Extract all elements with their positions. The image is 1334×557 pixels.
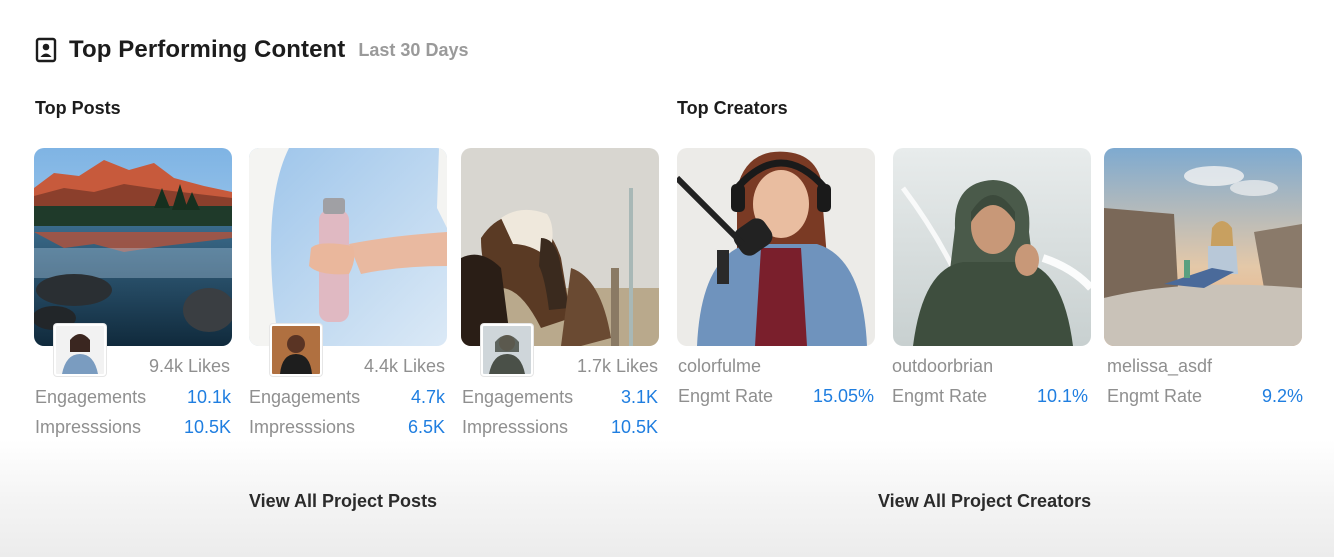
post-thumbnail[interactable] — [34, 148, 232, 346]
engagements-row: Engagements 10.1k — [35, 387, 231, 408]
view-all-posts-link[interactable]: View All Project Posts — [249, 491, 437, 512]
engagements-value: 4.7k — [410, 387, 445, 407]
likes-count: 4.4k Likes — [363, 356, 445, 376]
post-thumbnail[interactable] — [461, 148, 659, 346]
impressions-label: Impresssions — [249, 417, 356, 437]
creator-card[interactable] — [893, 148, 1091, 346]
top-posts-heading: Top Posts — [35, 98, 121, 118]
view-all-creators-link[interactable]: View All Project Creators — [878, 491, 1091, 512]
engagement-rate-value: 15.05% — [812, 386, 874, 406]
engagements-row: Engagements 3.1K — [462, 387, 658, 408]
creator-photo[interactable] — [1104, 148, 1302, 346]
contact-card-icon — [35, 37, 57, 63]
creator-username[interactable]: melissa_asdf — [1107, 356, 1212, 377]
engagement-rate-value: 10.1% — [1036, 386, 1088, 406]
impressions-row: Impresssions 10.5K — [35, 417, 231, 438]
likes-count: 9.4k Likes — [148, 356, 230, 376]
creator-card[interactable] — [677, 148, 875, 346]
impressions-value: 6.5K — [407, 417, 445, 437]
creator-username[interactable]: outdoorbrian — [892, 356, 993, 377]
engagement-rate-label: Engmt Rate — [678, 386, 774, 406]
engagement-rate-row: Engmt Rate 9.2% — [1107, 386, 1303, 407]
engagement-rate-label: Engmt Rate — [1107, 386, 1203, 406]
top-creators-heading: Top Creators — [677, 98, 788, 118]
post-card[interactable] — [461, 148, 659, 346]
impressions-label: Impresssions — [35, 417, 142, 437]
impressions-value: 10.5K — [610, 417, 658, 437]
post-thumbnail[interactable] — [249, 148, 447, 346]
engagement-rate-row: Engmt Rate 10.1% — [892, 386, 1088, 407]
post-card[interactable] — [249, 148, 447, 346]
engagement-rate-label: Engmt Rate — [892, 386, 988, 406]
engagements-row: Engagements 4.7k — [249, 387, 445, 408]
creator-username[interactable]: colorfulme — [678, 356, 761, 377]
page-title: Top Performing Content — [69, 36, 346, 63]
impressions-row: Impresssions 10.5K — [462, 417, 658, 438]
engagements-label: Engagements — [35, 387, 147, 407]
engagements-label: Engagements — [462, 387, 574, 407]
creator-card[interactable] — [1104, 148, 1302, 346]
likes-count: 1.7k Likes — [576, 356, 658, 376]
impressions-row: Impresssions 6.5K — [249, 417, 445, 438]
engagements-value: 10.1k — [186, 387, 231, 407]
engagements-value: 3.1K — [620, 387, 658, 407]
date-range-label: Last 30 Days — [358, 39, 469, 60]
impressions-label: Impresssions — [462, 417, 569, 437]
creator-photo[interactable] — [893, 148, 1091, 346]
impressions-value: 10.5K — [183, 417, 231, 437]
engagement-rate-value: 9.2% — [1261, 386, 1303, 406]
section-header: Top Performing Content Last 30 Days — [35, 36, 468, 64]
engagements-label: Engagements — [249, 387, 361, 407]
engagement-rate-row: Engmt Rate 15.05% — [678, 386, 874, 407]
post-card[interactable] — [34, 148, 232, 346]
creator-photo[interactable] — [677, 148, 875, 346]
